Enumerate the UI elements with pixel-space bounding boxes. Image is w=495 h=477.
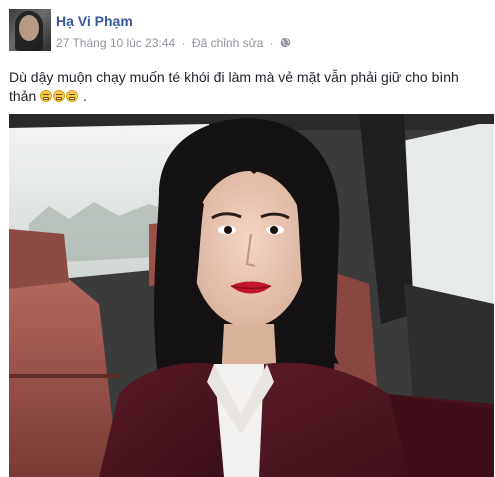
post-photo[interactable] xyxy=(9,114,494,477)
meta-separator: · xyxy=(269,35,274,50)
edited-label[interactable]: Đã chỉnh sửa xyxy=(192,36,263,50)
emoji-group xyxy=(40,88,83,104)
post-meta: 27 Tháng 10 lúc 23:44 · Đã chỉnh sửa · xyxy=(56,35,291,50)
meta-separator: · xyxy=(181,35,186,50)
post-header: Hạ Vi Phạm 27 Tháng 10 lúc 23:44 · Đã ch… xyxy=(9,9,489,53)
globe-icon[interactable] xyxy=(280,37,291,48)
post-message-end: . xyxy=(83,88,87,104)
selfie-photo-image xyxy=(9,114,494,477)
grimacing-face-icon xyxy=(40,90,53,102)
author-name-link[interactable]: Hạ Vi Phạm xyxy=(56,13,133,29)
post-timestamp[interactable]: 27 Tháng 10 lúc 23:44 xyxy=(56,36,175,50)
grimacing-face-icon xyxy=(53,90,66,102)
facebook-post: Hạ Vi Phạm 27 Tháng 10 lúc 23:44 · Đã ch… xyxy=(0,0,495,477)
avatar-face xyxy=(19,15,39,41)
grimacing-face-icon xyxy=(66,90,79,102)
author-avatar[interactable] xyxy=(9,9,51,51)
post-message: Dù dậy muộn chạy muốn té khói đi làm mà … xyxy=(9,68,489,106)
